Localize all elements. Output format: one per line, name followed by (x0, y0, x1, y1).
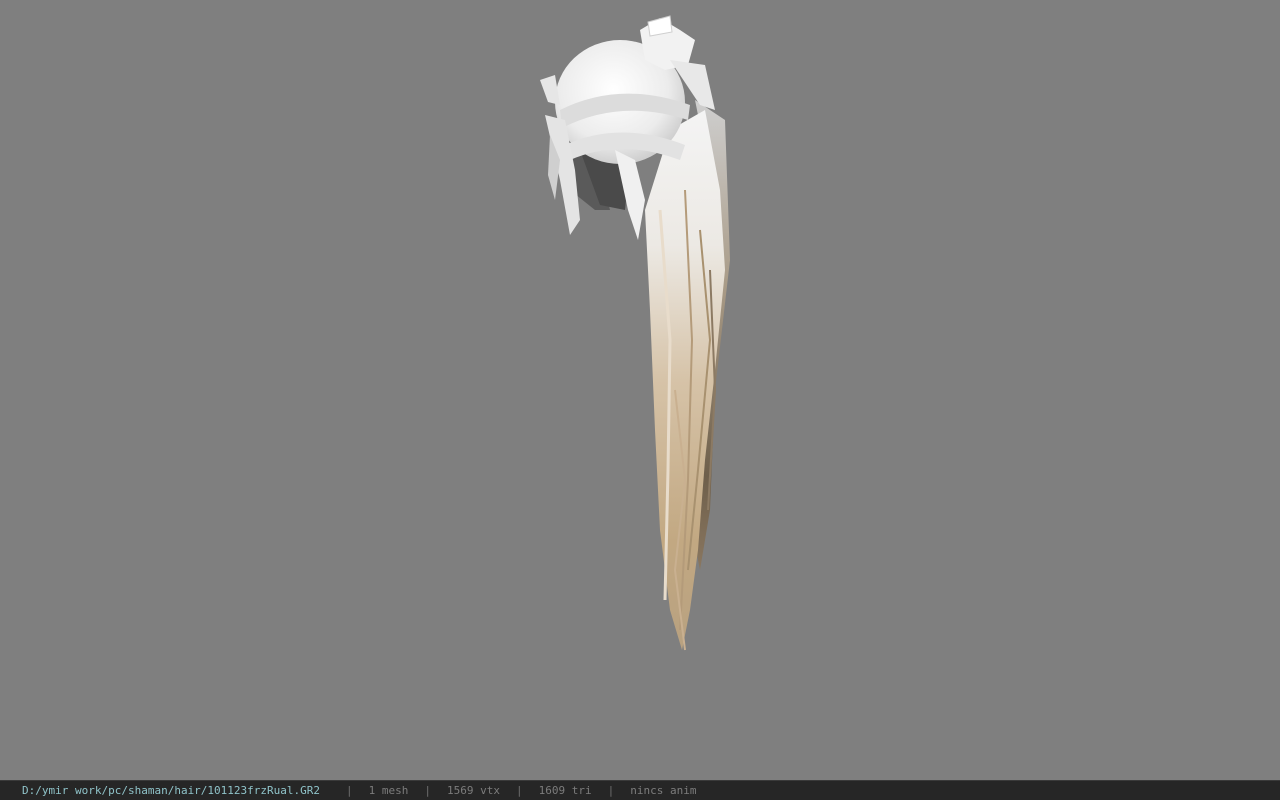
3d-viewport[interactable] (0, 0, 1280, 780)
mesh-count-label: 1 mesh (368, 784, 409, 797)
triangle-count-label: 1609 tri (538, 784, 592, 797)
separator: | (516, 784, 523, 797)
file-path-label: D:/ymir work/pc/shaman/hair/101123frzRua… (22, 784, 321, 797)
hair-model-render (540, 15, 730, 651)
separator: | (424, 784, 432, 797)
separator: | (346, 784, 353, 797)
animation-status-label: nincs anim (630, 784, 697, 797)
separator: | (607, 784, 615, 797)
vertex-count-label: 1569 vtx (447, 784, 500, 797)
status-bar: D:/ymir work/pc/shaman/hair/101123frzRua… (0, 780, 1280, 800)
